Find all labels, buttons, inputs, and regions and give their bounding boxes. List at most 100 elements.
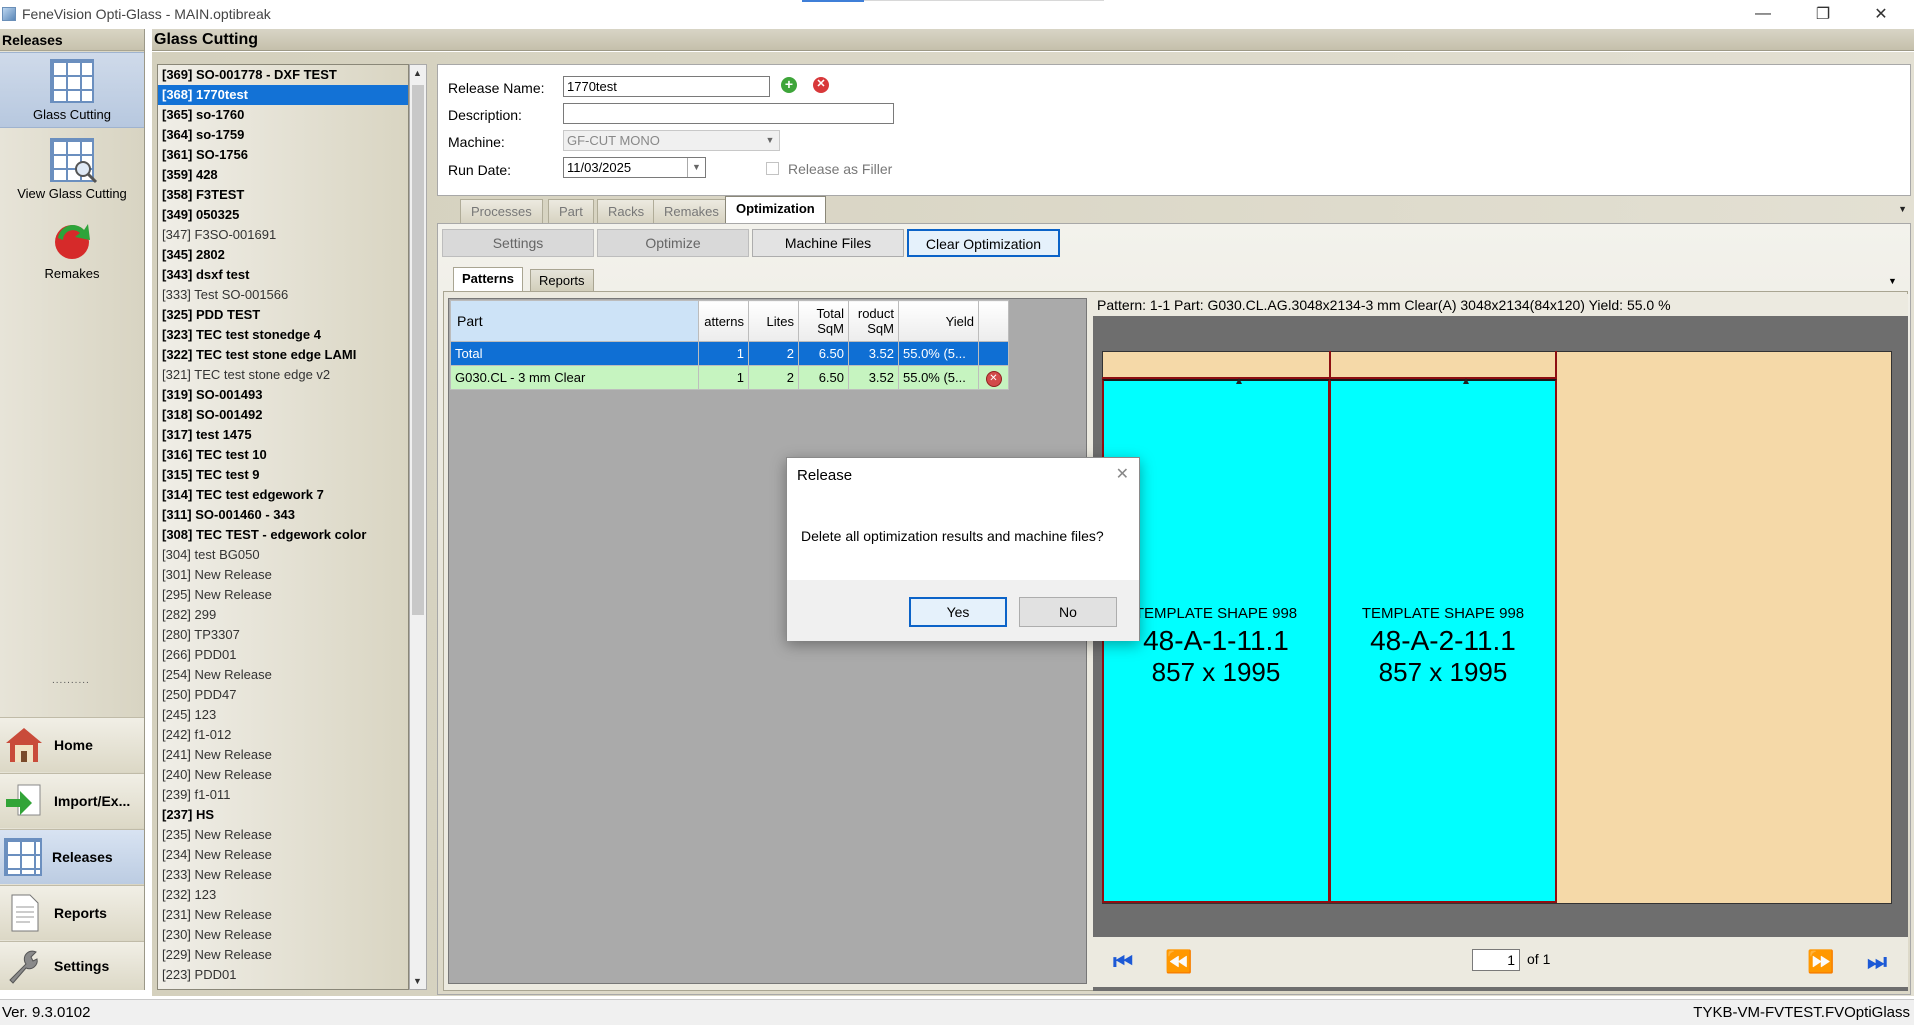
list-item[interactable]: [316] TEC test 10: [158, 445, 408, 465]
nav-tool-remakes[interactable]: Remakes: [0, 216, 144, 292]
nav-settings[interactable]: Settings: [0, 941, 144, 990]
table-row-total[interactable]: Total 1 2 6.50 3.52 55.0% (5...: [450, 341, 1009, 366]
list-item[interactable]: [280] TP3307: [158, 625, 408, 645]
release-as-filler-checkbox[interactable]: [766, 162, 779, 175]
splitter-grip[interactable]: ..........: [52, 675, 90, 686]
optimize-button[interactable]: Optimize: [597, 229, 749, 257]
list-item[interactable]: [318] SO-001492: [158, 405, 408, 425]
next-page-icon[interactable]: ⏩: [1807, 949, 1835, 975]
list-item[interactable]: [361] SO-1756: [158, 145, 408, 165]
first-page-icon[interactable]: ⏮: [1109, 949, 1137, 975]
column-header-product-sqm[interactable]: roduct SqM: [848, 300, 899, 342]
subtab-patterns[interactable]: Patterns: [453, 267, 524, 292]
list-item[interactable]: [319] SO-001493: [158, 385, 408, 405]
description-field[interactable]: [563, 103, 894, 124]
list-item[interactable]: [364] so-1759: [158, 125, 408, 145]
list-item[interactable]: [231] New Release: [158, 905, 408, 925]
tab-racks[interactable]: Racks: [597, 199, 656, 224]
column-header-patterns[interactable]: atterns: [698, 300, 749, 342]
list-item[interactable]: [234] New Release: [158, 845, 408, 865]
scroll-down-icon[interactable]: ▼: [413, 976, 422, 986]
add-release-icon[interactable]: +: [781, 77, 797, 93]
close-icon[interactable]: ✕: [1116, 464, 1129, 484]
tab-optimization[interactable]: Optimization: [725, 196, 826, 224]
list-item[interactable]: [347] F3SO-001691: [158, 225, 408, 245]
list-item[interactable]: [345] 2802: [158, 245, 408, 265]
settings-button[interactable]: Settings: [442, 229, 594, 257]
clear-optimization-button[interactable]: Clear Optimization: [907, 229, 1060, 257]
list-item[interactable]: [369] SO-001778 - DXF TEST: [158, 65, 408, 85]
list-item[interactable]: [358] F3TEST: [158, 185, 408, 205]
machine-files-button[interactable]: Machine Files: [752, 229, 904, 257]
table-row[interactable]: G030.CL - 3 mm Clear 1 2 6.50 3.52 55.0%…: [450, 365, 1009, 390]
nav-home[interactable]: Home: [0, 717, 144, 772]
chevron-down-icon[interactable]: ▼: [687, 158, 705, 177]
column-header-part[interactable]: Part: [450, 300, 699, 342]
last-page-icon[interactable]: ⏭: [1863, 949, 1891, 975]
list-item[interactable]: [321] TEC test stone edge v2: [158, 365, 408, 385]
list-item[interactable]: [322] TEC test stone edge LAMI: [158, 345, 408, 365]
yes-button[interactable]: Yes: [909, 597, 1007, 627]
list-item[interactable]: [314] TEC test edgework 7: [158, 485, 408, 505]
previous-page-icon[interactable]: ⏪: [1165, 949, 1193, 975]
list-item[interactable]: [368] 1770test: [158, 85, 408, 105]
list-item[interactable]: [235] New Release: [158, 825, 408, 845]
list-item[interactable]: [304] test BG050: [158, 545, 408, 565]
nav-releases[interactable]: Releases: [0, 829, 144, 884]
list-item[interactable]: [245] 123: [158, 705, 408, 725]
list-item[interactable]: [317] test 1475: [158, 425, 408, 445]
release-name-field[interactable]: 1770test: [563, 76, 770, 97]
list-item[interactable]: [343] dsxf test: [158, 265, 408, 285]
no-button[interactable]: No: [1019, 597, 1117, 627]
run-date-picker[interactable]: 11/03/2025 ▼: [563, 157, 706, 178]
list-item[interactable]: [311] SO-001460 - 343: [158, 505, 408, 525]
close-window-button[interactable]: ✕: [1852, 0, 1910, 28]
list-item[interactable]: [242] f1-012: [158, 725, 408, 745]
release-list[interactable]: [369] SO-001778 - DXF TEST [368] 1770test…: [157, 64, 409, 990]
list-item[interactable]: [349] 050325: [158, 205, 408, 225]
chevron-down-icon[interactable]: ▼: [1888, 276, 1897, 286]
nav-import-export[interactable]: Import/Ex...: [0, 773, 144, 828]
list-item[interactable]: [254] New Release: [158, 665, 408, 685]
list-item[interactable]: [232] 123: [158, 885, 408, 905]
list-item[interactable]: [240] New Release: [158, 765, 408, 785]
scrollbar-thumb[interactable]: [412, 85, 424, 615]
remove-row-icon[interactable]: ✕: [985, 370, 1002, 387]
nav-tool-view-glass-cutting[interactable]: View Glass Cutting: [0, 134, 144, 210]
list-item[interactable]: [301] New Release: [158, 565, 408, 585]
list-item[interactable]: [233] New Release: [158, 865, 408, 885]
minimize-button[interactable]: —: [1734, 0, 1792, 28]
tab-processes[interactable]: Processes: [460, 199, 543, 224]
subtab-reports[interactable]: Reports: [530, 269, 594, 292]
list-item[interactable]: [241] New Release: [158, 745, 408, 765]
chevron-down-icon[interactable]: ▼: [1898, 204, 1907, 214]
list-item[interactable]: [295] New Release: [158, 585, 408, 605]
list-item[interactable]: [308] TEC TEST - edgework color: [158, 525, 408, 545]
tab-remakes[interactable]: Remakes: [653, 199, 730, 224]
list-item[interactable]: [365] so-1760: [158, 105, 408, 125]
nav-tool-glass-cutting[interactable]: Glass Cutting: [0, 52, 144, 128]
nav-reports[interactable]: Reports: [0, 885, 144, 940]
list-item[interactable]: [250] PDD47: [158, 685, 408, 705]
column-header-lites[interactable]: Lites: [748, 300, 799, 342]
list-item[interactable]: [333] Test SO-001566: [158, 285, 408, 305]
tab-part[interactable]: Part: [548, 199, 594, 224]
list-item[interactable]: [266] PDD01: [158, 645, 408, 665]
list-item[interactable]: [237] HS: [158, 805, 408, 825]
release-list-scrollbar[interactable]: ▲ ▼: [409, 64, 427, 990]
list-item[interactable]: [323] TEC test stonedge 4: [158, 325, 408, 345]
delete-release-icon[interactable]: ✕: [813, 77, 829, 93]
list-item[interactable]: [239] f1-011: [158, 785, 408, 805]
page-number-input[interactable]: 1: [1472, 949, 1520, 971]
list-item[interactable]: [219] F7: [158, 985, 408, 989]
list-item[interactable]: [223] PDD01: [158, 965, 408, 985]
glass-piece[interactable]: TEMPLATE SHAPE 998 48-A-2-11.1 857 x 199…: [1329, 379, 1557, 903]
column-header-yield[interactable]: Yield: [898, 300, 979, 342]
scroll-up-icon[interactable]: ▲: [413, 68, 422, 78]
restore-button[interactable]: ❐: [1794, 0, 1852, 28]
list-item[interactable]: [359] 428: [158, 165, 408, 185]
list-item[interactable]: [315] TEC test 9: [158, 465, 408, 485]
list-item[interactable]: [325] PDD TEST: [158, 305, 408, 325]
list-item[interactable]: [229] New Release: [158, 945, 408, 965]
list-item[interactable]: [230] New Release: [158, 925, 408, 945]
